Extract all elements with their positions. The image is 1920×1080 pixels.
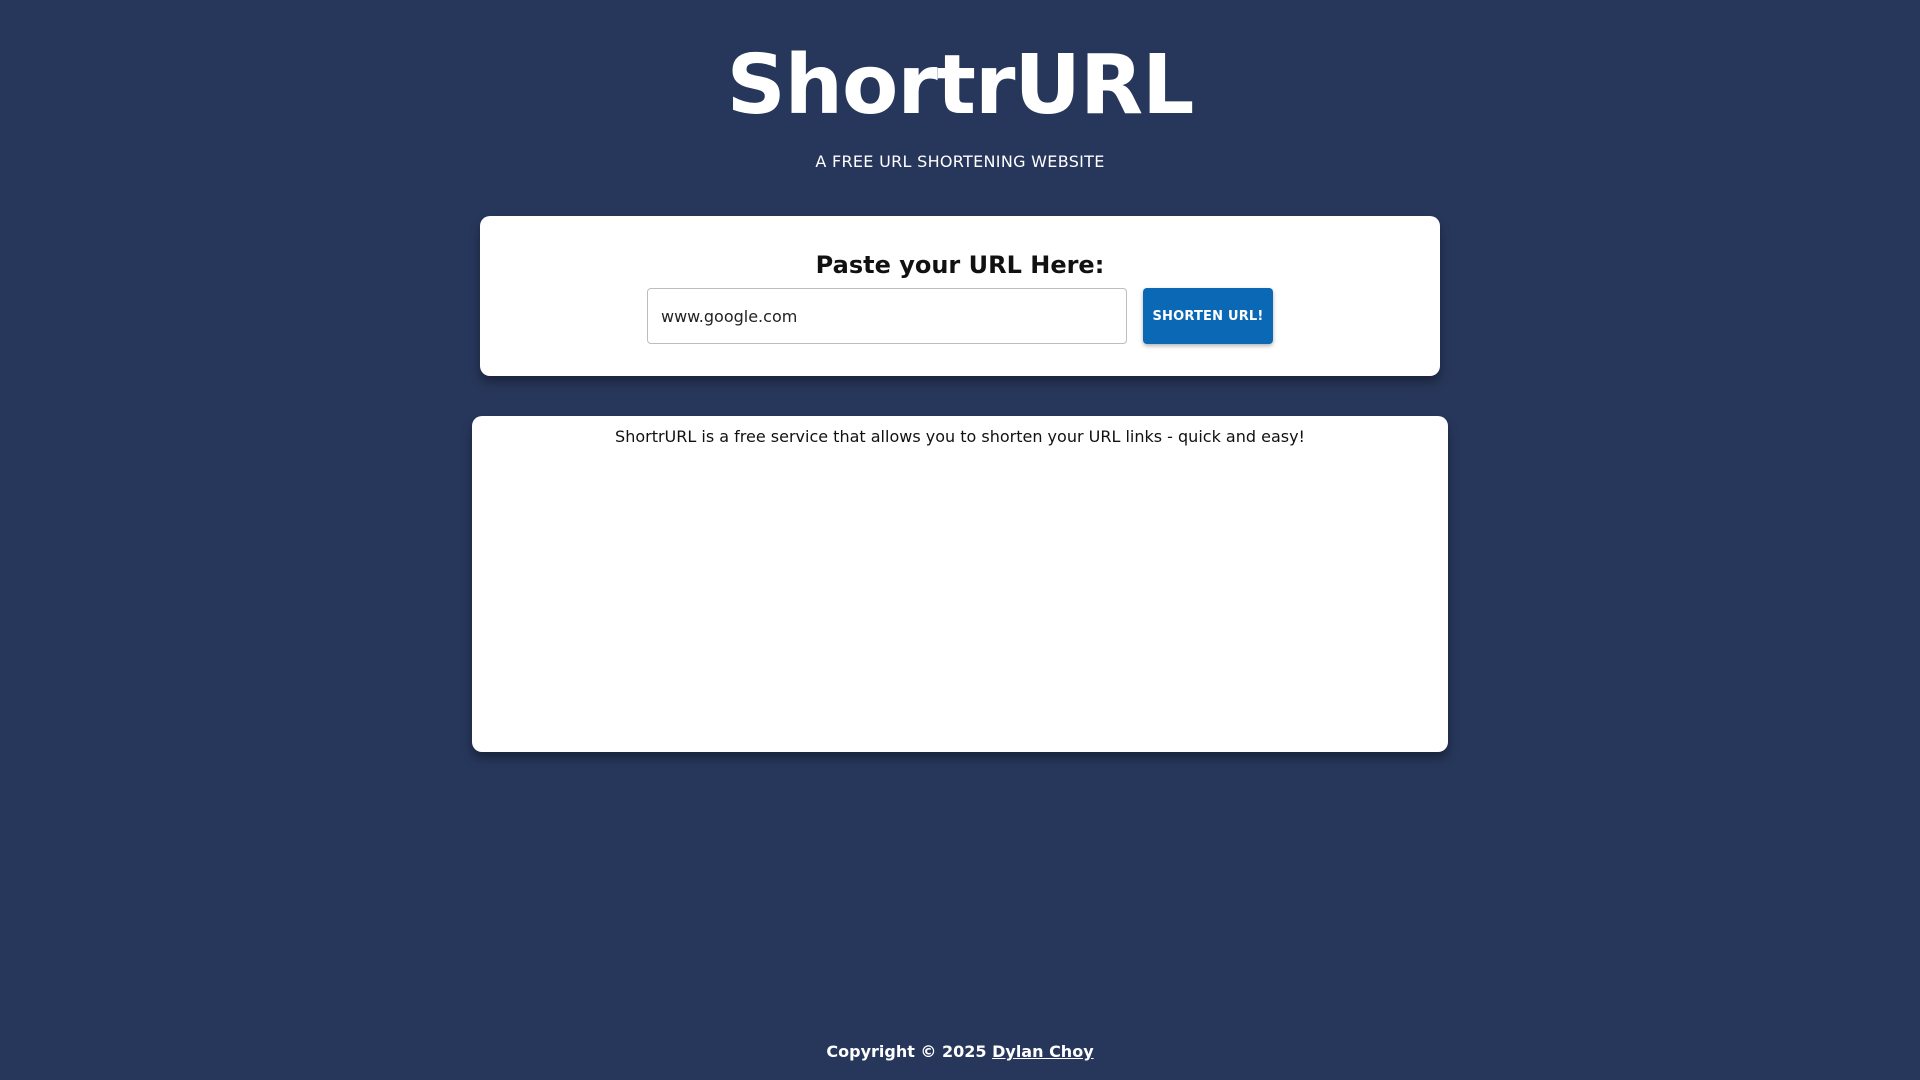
footer: Copyright © 2025 Dylan Choy bbox=[0, 1040, 1920, 1064]
info-card: ShortrURL is a free service that allows … bbox=[472, 416, 1448, 752]
site-title: ShortrURL bbox=[726, 38, 1195, 133]
shorten-url-button[interactable]: SHORTEN URL! bbox=[1143, 288, 1273, 344]
url-input[interactable] bbox=[647, 288, 1127, 344]
url-form-heading: Paste your URL Here: bbox=[815, 251, 1105, 279]
site-subtitle: A FREE URL SHORTENING WEBSITE bbox=[815, 152, 1105, 171]
site-header: ShortrURL A FREE URL SHORTENING WEBSITE bbox=[0, 36, 1920, 172]
author-link[interactable]: Dylan Choy bbox=[992, 1042, 1094, 1061]
info-text: ShortrURL is a free service that allows … bbox=[615, 427, 1305, 446]
url-form-card: Paste your URL Here: SHORTEN URL! bbox=[480, 216, 1440, 376]
copyright-text: Copyright © 2025 bbox=[826, 1042, 987, 1061]
